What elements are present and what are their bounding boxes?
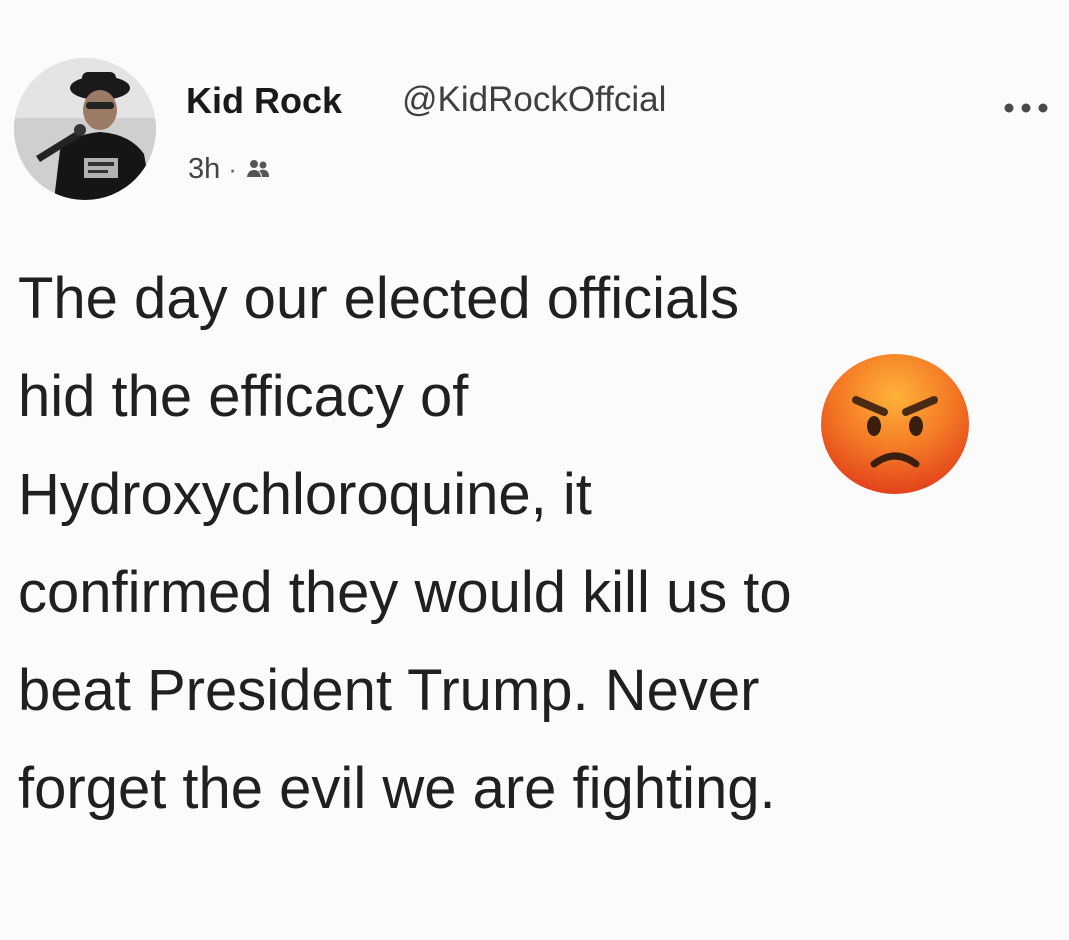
meta-separator: ·: [228, 154, 237, 184]
more-options-icon: [1004, 103, 1048, 113]
author-handle[interactable]: @KidRockOffcial: [402, 80, 666, 120]
social-post: Kid Rock @KidRockOffcial 3h · The day ou…: [0, 0, 1069, 940]
friends-icon: [246, 159, 269, 177]
post-timestamp[interactable]: 3h: [188, 153, 220, 186]
post-text-line: beat President Trump. Never: [18, 658, 760, 723]
avatar-photo: [14, 58, 156, 200]
post-text: The day our elected officials hid the ef…: [18, 250, 1048, 838]
angry-face-emoji: [821, 354, 969, 494]
post-text-line: forget the evil we are fighting.: [18, 756, 776, 821]
post-meta: 3h ·: [188, 153, 271, 186]
post-text-line: confirmed they would kill us to: [18, 560, 792, 625]
avatar[interactable]: [14, 58, 156, 200]
post-text-line: The day our elected officials: [18, 266, 740, 331]
author-name[interactable]: Kid Rock: [186, 80, 342, 122]
more-options-button[interactable]: [994, 88, 1058, 128]
